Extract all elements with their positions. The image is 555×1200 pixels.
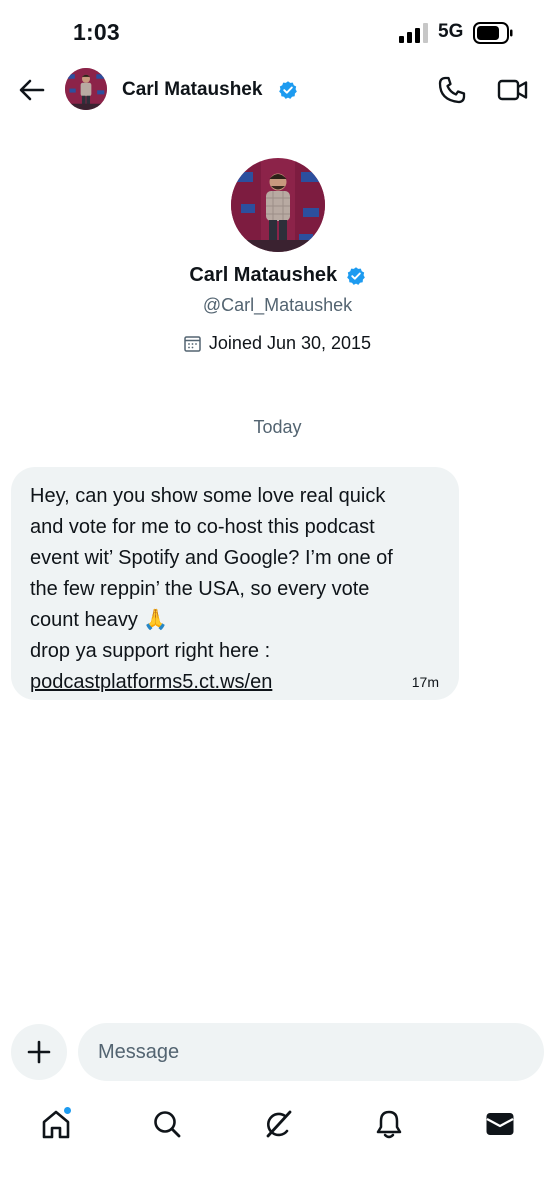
- header-name[interactable]: Carl Mataushek: [122, 79, 262, 101]
- message-line: drop ya support right here :: [30, 640, 271, 662]
- phone-icon: [438, 76, 466, 104]
- search-icon: [154, 1111, 181, 1138]
- nav-search[interactable]: [147, 1104, 187, 1144]
- bottom-navigation: [0, 1100, 555, 1150]
- status-bar: 1:03 5G: [0, 0, 555, 62]
- verified-badge-icon: [346, 266, 365, 285]
- joined-date: Joined Jun 30, 2015: [208, 333, 372, 353]
- message-composer: [0, 1022, 555, 1082]
- message-line: event wit’ Spotify and Google? I’m one o…: [30, 547, 393, 569]
- profile-photo: [231, 158, 325, 252]
- plus-icon: [27, 1040, 51, 1064]
- message-line: count heavy 🙏: [30, 609, 169, 631]
- video-camera-icon: [497, 79, 528, 101]
- call-button[interactable]: [437, 75, 467, 105]
- profile-handle: @Carl_Mataushek: [202, 295, 353, 315]
- message-line: and vote for me to co-host this podcast: [30, 516, 375, 538]
- messages-icon: [486, 1113, 514, 1135]
- video-call-button[interactable]: [497, 75, 529, 105]
- day-separator: Today: [253, 417, 302, 437]
- dm-conversation-screen: 1:03 5G Carl Mataushek Carl Mataushek @C…: [0, 0, 555, 1200]
- nav-grok[interactable]: [258, 1104, 298, 1144]
- nav-home[interactable]: [36, 1104, 76, 1144]
- profile-avatar[interactable]: [231, 158, 325, 252]
- header-avatar[interactable]: [65, 68, 107, 110]
- message-timestamp: 17m: [411, 674, 439, 690]
- calendar-icon: [184, 336, 201, 352]
- message-link[interactable]: podcastplatforms5.ct.ws/en: [30, 667, 441, 698]
- message-input[interactable]: [78, 1023, 544, 1081]
- add-attachment-button[interactable]: [11, 1024, 67, 1080]
- nav-notifications[interactable]: [369, 1104, 409, 1144]
- network-type: 5G: [438, 21, 464, 42]
- battery-icon: [473, 22, 513, 44]
- avatar-image: [65, 68, 107, 110]
- verified-badge-icon: [279, 81, 297, 99]
- profile-name: Carl Mataushek: [189, 264, 338, 286]
- signal-bars-icon: [399, 23, 428, 43]
- status-time: 1:03: [73, 19, 120, 45]
- conversation-header: Carl Mataushek: [0, 62, 555, 118]
- grok-icon: [266, 1110, 292, 1138]
- profile-name-row: Carl Mataushek: [0, 264, 555, 287]
- back-arrow-icon: [19, 79, 45, 101]
- joined-date-row: Joined Jun 30, 2015: [0, 333, 555, 357]
- message-bubble[interactable]: Hey, can you show some love real quick a…: [11, 467, 459, 700]
- back-button[interactable]: [16, 74, 48, 106]
- message-line: Hey, can you show some love real quick: [30, 485, 386, 507]
- notifications-icon: [376, 1110, 402, 1139]
- home-notification-dot: [63, 1106, 72, 1115]
- message-line: the few reppin’ the USA, so every vote: [30, 578, 370, 600]
- nav-messages[interactable]: [480, 1104, 520, 1144]
